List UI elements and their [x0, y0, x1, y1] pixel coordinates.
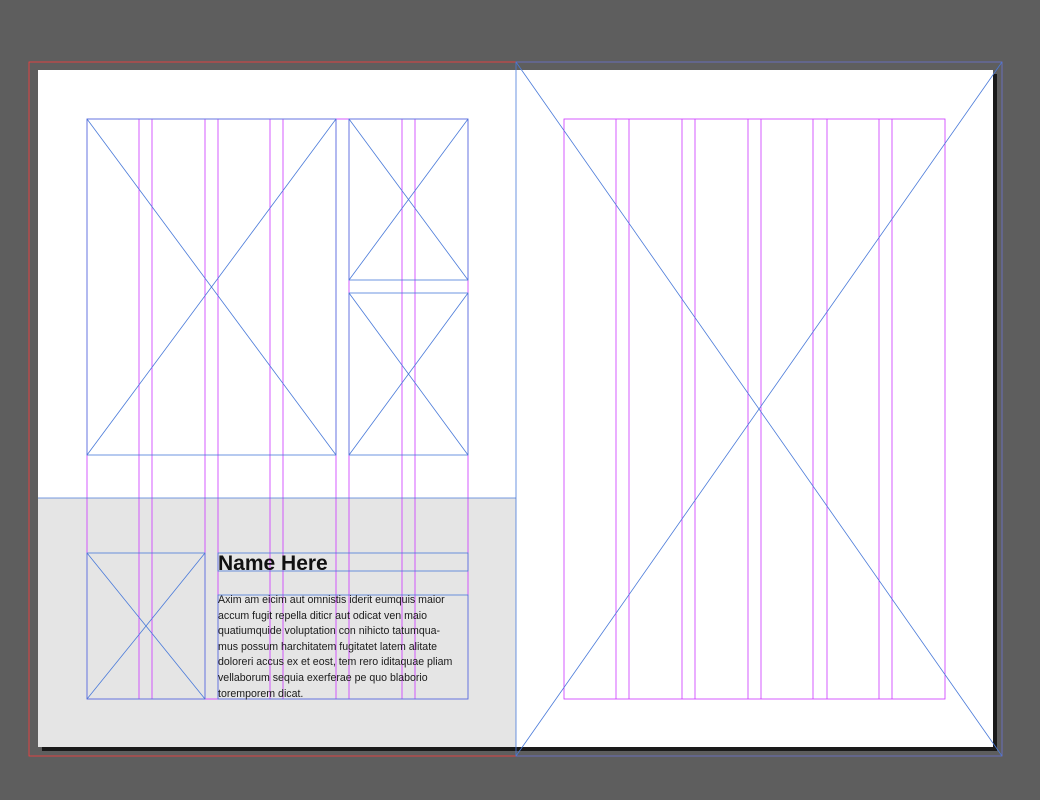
- body-text-line: doloreri accus ex et eost, tem rero idit…: [218, 656, 453, 669]
- body-text-line: mus possum harchitatem fugitatet latem a…: [218, 640, 438, 653]
- body-text-line: toremporem dicat.: [218, 687, 304, 700]
- body-text-line: Axim am eicim aut omnistis iderit eumqui…: [218, 594, 445, 606]
- pasteboard: Name Here Axim am eicim aut omnistis ide…: [0, 0, 1040, 800]
- right-page[interactable]: [516, 70, 993, 747]
- body-text[interactable]: Axim am eicim aut omnistis iderit eumqui…: [218, 593, 470, 702]
- body-text-line: vellaborum sequia exerferae pe quo blabo…: [218, 671, 428, 684]
- body-text-line: quatiumquide voluptation con nihicto tat…: [218, 625, 441, 638]
- body-text-line: accum fugit repella diticr aut odicat ve…: [218, 609, 428, 622]
- name-heading[interactable]: Name Here: [218, 550, 468, 578]
